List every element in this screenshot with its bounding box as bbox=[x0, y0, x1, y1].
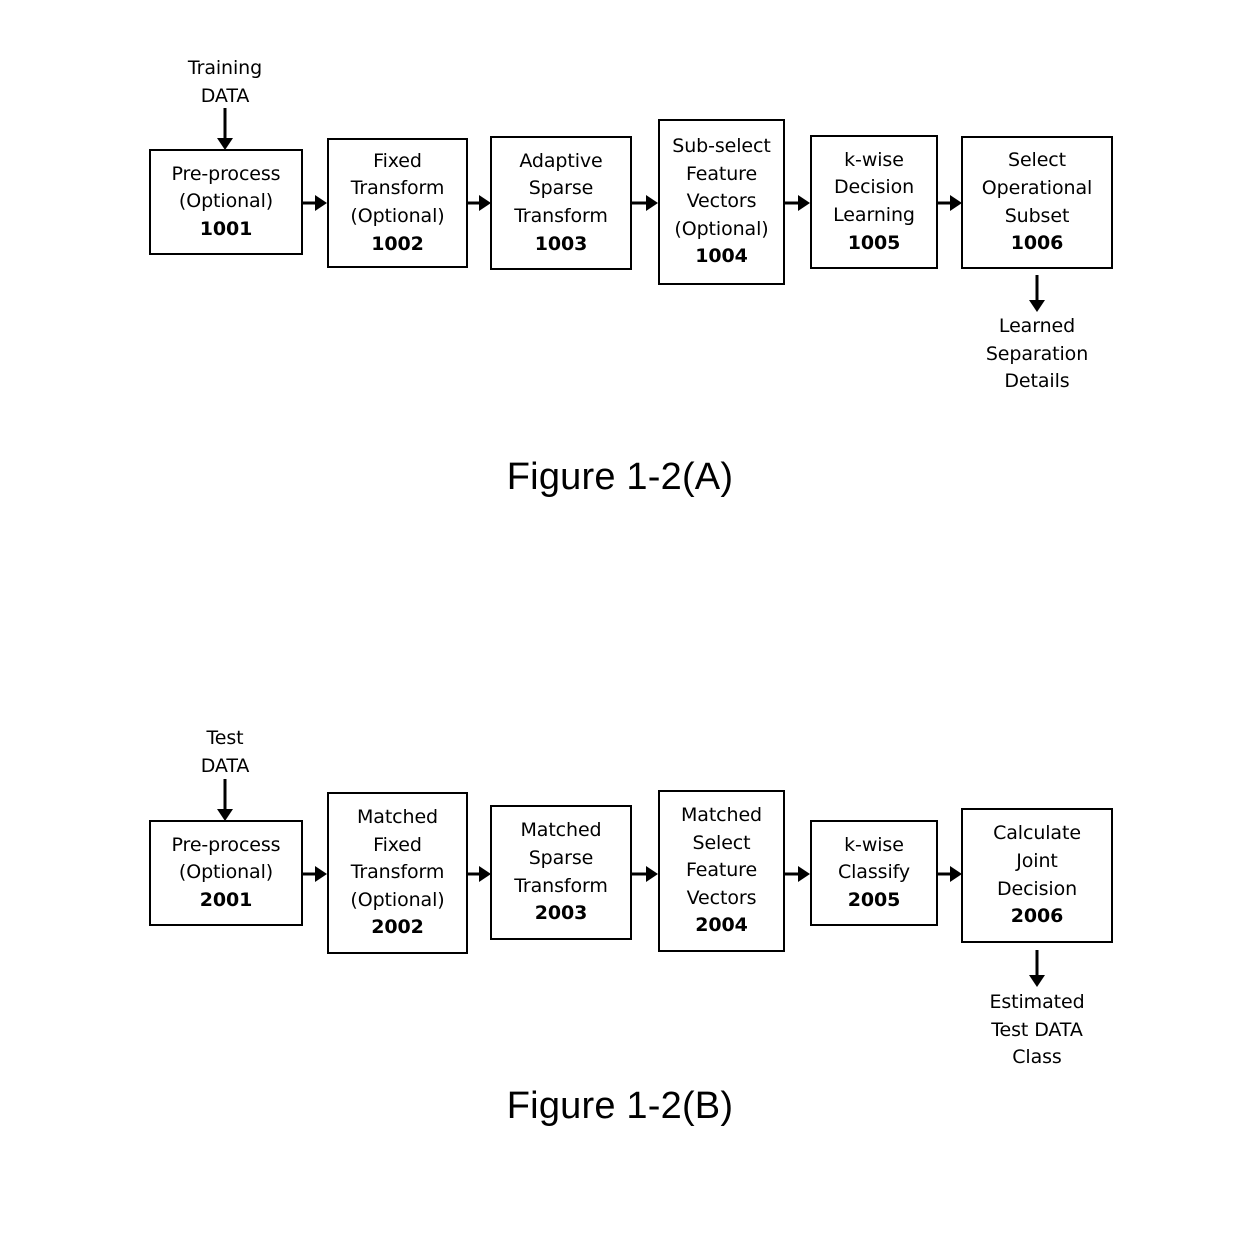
arrow-input-to-1001 bbox=[217, 108, 233, 150]
output-label-estimated-test-data-class: Estimated Test DATA Class bbox=[957, 989, 1117, 1072]
arrow-2003-to-2004 bbox=[632, 865, 658, 883]
box-reference-number: 2001 bbox=[199, 888, 253, 911]
process-box-1002[interactable]: Fixed Transform (Optional) 1002 bbox=[327, 138, 468, 268]
box-text-line: Sparse bbox=[528, 177, 594, 200]
box-reference-number: 2003 bbox=[534, 902, 588, 925]
process-box-1006[interactable]: Select Operational Subset 1006 bbox=[961, 136, 1113, 269]
output-label-line: Test DATA bbox=[991, 1018, 1083, 1041]
arrow-2002-to-2003 bbox=[468, 865, 491, 883]
arrow-2005-to-2006 bbox=[938, 865, 962, 883]
box-text-line: (Optional) bbox=[178, 190, 274, 213]
box-text-line: Operational bbox=[981, 176, 1093, 199]
box-text-line: Subset bbox=[1004, 204, 1070, 227]
box-text-line: (Optional) bbox=[350, 888, 445, 911]
box-reference-number: 2004 bbox=[695, 914, 748, 937]
arrow-input-to-2001 bbox=[217, 779, 233, 821]
input-label-line: Test bbox=[206, 727, 244, 749]
arrow-1002-to-1003 bbox=[468, 194, 491, 212]
box-text-line: Fixed bbox=[373, 833, 422, 856]
box-text-line: Joint bbox=[1016, 849, 1058, 872]
box-text-line: (Optional) bbox=[350, 205, 445, 227]
box-text-line: Pre-process bbox=[171, 833, 281, 856]
output-label-line: Details bbox=[1004, 370, 1070, 393]
box-text-line: Decision bbox=[833, 176, 915, 199]
box-text-line: Select bbox=[1007, 149, 1066, 172]
figure-caption-a: Figure 1-2(A) bbox=[506, 456, 734, 498]
box-reference-number: 1001 bbox=[199, 217, 253, 240]
arrow-1005-to-1006 bbox=[938, 194, 962, 212]
process-box-1004[interactable]: Sub-select Feature Vectors (Optional) 10… bbox=[658, 119, 785, 285]
box-text-line: Vectors bbox=[686, 886, 757, 909]
process-box-1005[interactable]: k-wise Decision Learning 1005 bbox=[810, 135, 938, 269]
box-reference-number: 2002 bbox=[371, 916, 424, 939]
box-reference-number: 1003 bbox=[534, 232, 588, 255]
process-box-2005[interactable]: k-wise Classify 2005 bbox=[810, 820, 938, 926]
box-text-line: Calculate bbox=[993, 822, 1081, 845]
process-box-2003[interactable]: Matched Sparse Transform 2003 bbox=[490, 805, 632, 940]
arrow-2001-to-2002 bbox=[303, 865, 327, 883]
process-box-2004[interactable]: Matched Select Feature Vectors 2004 bbox=[658, 790, 785, 952]
input-label-test-data: Test DATA bbox=[155, 725, 295, 780]
box-text-line: Decision bbox=[996, 877, 1078, 900]
box-text-line: Fixed bbox=[373, 149, 422, 172]
box-text-line: k-wise bbox=[844, 148, 904, 171]
box-text-line: Transform bbox=[350, 861, 445, 884]
box-text-line: Vectors bbox=[686, 190, 757, 213]
figure-canvas: Training DATA Pre-process (Optional) 100… bbox=[0, 0, 1240, 1252]
box-text-line: Feature bbox=[685, 162, 758, 185]
box-text-line: Adaptive bbox=[519, 149, 603, 172]
box-text-line: Sub-select bbox=[672, 135, 771, 158]
figure-caption-b: Figure 1-2(B) bbox=[506, 1085, 734, 1127]
box-text-line: (Optional) bbox=[178, 861, 274, 884]
output-label-learned-separation-details: Learned Separation Details bbox=[957, 313, 1117, 396]
box-text-line: Feature bbox=[685, 859, 758, 882]
arrow-2006-to-output bbox=[1029, 950, 1045, 987]
box-text-line: (Optional) bbox=[674, 217, 769, 240]
arrow-1006-to-output bbox=[1029, 275, 1045, 312]
box-text-line: Sparse bbox=[528, 846, 594, 869]
box-text-line: Learning bbox=[833, 204, 915, 226]
box-reference-number: 1005 bbox=[847, 231, 901, 254]
box-text-line: Classify bbox=[837, 861, 911, 884]
output-label-line: Learned bbox=[998, 315, 1076, 337]
arrow-1004-to-1005 bbox=[785, 194, 810, 212]
arrow-2004-to-2005 bbox=[785, 865, 810, 883]
box-reference-number: 1002 bbox=[371, 232, 424, 255]
box-text-line: Pre-process bbox=[171, 162, 281, 185]
input-label-training-data: Training DATA bbox=[155, 55, 295, 110]
input-label-line: DATA bbox=[200, 84, 250, 107]
input-label-line: Training bbox=[187, 57, 263, 79]
input-label-line: DATA bbox=[200, 754, 250, 777]
box-text-line: Select bbox=[692, 831, 751, 854]
box-text-line: Matched bbox=[356, 806, 439, 829]
process-box-2002[interactable]: Matched Fixed Transform (Optional) 2002 bbox=[327, 792, 468, 954]
box-reference-number: 2005 bbox=[847, 888, 901, 911]
process-box-2001[interactable]: Pre-process (Optional) 2001 bbox=[149, 820, 303, 926]
arrow-1001-to-1002 bbox=[303, 194, 327, 212]
box-reference-number: 1006 bbox=[1010, 232, 1064, 255]
box-reference-number: 2006 bbox=[1010, 905, 1064, 928]
output-label-line: Separation bbox=[985, 342, 1089, 365]
arrow-1003-to-1004 bbox=[632, 194, 658, 212]
box-reference-number: 1004 bbox=[695, 245, 748, 268]
process-box-1001[interactable]: Pre-process (Optional) 1001 bbox=[149, 149, 303, 255]
process-box-2006[interactable]: Calculate Joint Decision 2006 bbox=[961, 808, 1113, 943]
output-label-line: Estimated bbox=[989, 991, 1085, 1013]
box-text-line: Matched bbox=[680, 804, 763, 827]
process-box-1003[interactable]: Adaptive Sparse Transform 1003 bbox=[490, 136, 632, 270]
output-label-line: Class bbox=[1012, 1046, 1062, 1069]
box-text-line: k-wise bbox=[844, 833, 904, 856]
box-text-line: Transform bbox=[350, 177, 445, 200]
box-text-line: Transform bbox=[514, 874, 608, 897]
box-text-line: Matched bbox=[520, 819, 602, 842]
box-text-line: Transform bbox=[514, 205, 608, 227]
